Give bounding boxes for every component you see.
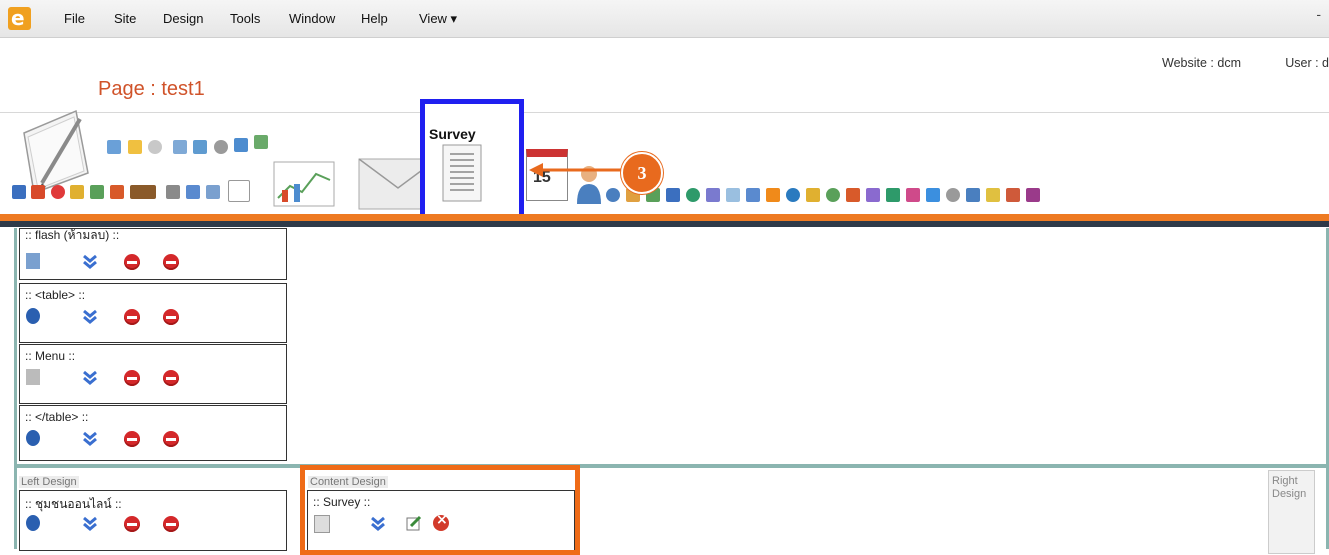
page-title: Page : test1	[98, 78, 205, 100]
move-down-icon[interactable]	[82, 370, 98, 386]
survey-label: Survey	[429, 126, 476, 142]
module-icon-strip[interactable]	[606, 188, 1172, 206]
section-divider	[14, 464, 1329, 468]
content-design-highlight	[300, 465, 580, 555]
globe-icon[interactable]	[786, 188, 800, 202]
module-table-open[interactable]: :: <table> ::	[19, 283, 287, 343]
toolbar-settings-icon[interactable]	[214, 140, 228, 154]
header-divider	[0, 112, 1329, 113]
toolbar-text-icon[interactable]	[166, 185, 180, 199]
module-icon-6[interactable]	[706, 188, 720, 202]
step-badge: 3	[621, 152, 663, 194]
menu-module-icon	[26, 369, 40, 385]
toolbar-separator-dark	[0, 221, 1329, 227]
move-down-icon[interactable]	[82, 309, 98, 325]
remove-icon[interactable]	[124, 254, 140, 270]
remove-icon[interactable]	[124, 370, 140, 386]
module-title: :: flash (ห้ามลบ) ::	[25, 228, 120, 242]
toolbar-flower-icon[interactable]	[31, 185, 45, 199]
module-icon-4[interactable]	[666, 188, 680, 202]
module-title: :: Menu ::	[25, 349, 76, 363]
module-title: :: <table> ::	[25, 288, 86, 302]
menu-bar: e File Site Design Tools Window Help Vie…	[0, 0, 1329, 38]
remove-icon[interactable]	[124, 309, 140, 325]
remove-icon[interactable]	[124, 431, 140, 447]
move-down-icon[interactable]	[82, 516, 98, 532]
html-module-icon	[26, 515, 40, 531]
left-design-label: Left Design	[19, 476, 79, 488]
module-table-close[interactable]: :: </table> ::	[19, 405, 287, 461]
module-online-community[interactable]: :: ชุมชนออนไลน์ ::	[19, 490, 287, 551]
menu-tools[interactable]: Tools	[230, 11, 260, 26]
toolbar-media-icon[interactable]	[130, 185, 156, 199]
toolbar-separator-orange	[0, 214, 1329, 221]
toolbar-grid-icon[interactable]	[254, 135, 268, 149]
module-icon-20[interactable]	[986, 188, 1000, 202]
html-module-icon	[26, 430, 40, 446]
menu-site[interactable]: Site	[114, 11, 136, 26]
module-icon-15[interactable]	[886, 188, 900, 202]
toolbar-image-icon[interactable]	[70, 185, 84, 199]
toolbar-layout-icon[interactable]	[234, 138, 248, 152]
remove-icon[interactable]	[163, 370, 179, 386]
app-logo-icon[interactable]: e	[8, 6, 31, 30]
toolbar-banner-icon[interactable]	[110, 185, 124, 199]
remove-icon[interactable]	[163, 309, 179, 325]
module-title: :: </table> ::	[25, 410, 89, 424]
toolbar-form-icon[interactable]	[186, 185, 200, 199]
toolbar-font-icon[interactable]	[228, 180, 250, 202]
toolbar-table-icon[interactable]	[206, 185, 220, 199]
survey-document-icon	[442, 144, 482, 202]
app-logo-letter: e	[11, 6, 25, 30]
menu-view[interactable]: View ▾	[419, 11, 457, 27]
module-flash[interactable]: :: flash (ห้ามลบ) ::	[19, 228, 287, 280]
website-label: Website : dcm	[1162, 56, 1241, 70]
toolbar-new-icon[interactable]	[107, 140, 121, 154]
menu-help[interactable]: Help	[361, 11, 388, 26]
toolbar-refresh-icon[interactable]	[193, 140, 207, 154]
module-menu[interactable]: :: Menu ::	[19, 344, 287, 404]
module-icon-13[interactable]	[846, 188, 860, 202]
menu-window[interactable]: Window	[289, 11, 335, 26]
toolbar-module-icon[interactable]	[12, 185, 26, 199]
module-title: :: ชุมชนออนไลน์ ::	[25, 497, 122, 511]
right-design-column: Right Design	[1268, 470, 1315, 554]
right-design-label: Right Design	[1272, 475, 1307, 500]
module-icon-7[interactable]	[726, 188, 740, 202]
module-icon-21[interactable]	[1006, 188, 1020, 202]
module-icon-5[interactable]	[686, 188, 700, 202]
toolbar-copy-icon[interactable]	[173, 140, 187, 154]
rss-icon[interactable]	[766, 188, 780, 202]
move-down-icon[interactable]	[82, 431, 98, 447]
menu-file[interactable]: File	[64, 11, 85, 26]
toolbar-folder-icon[interactable]	[128, 140, 142, 154]
toolbar-chart-icon[interactable]	[272, 160, 342, 210]
module-icon-18[interactable]	[946, 188, 960, 202]
menu-design[interactable]: Design	[163, 11, 203, 26]
move-down-icon[interactable]	[82, 254, 98, 270]
remove-icon[interactable]	[163, 516, 179, 532]
minimize-button[interactable]: -	[1316, 6, 1321, 22]
toolbar-heart-icon[interactable]	[51, 185, 65, 199]
toolbar-tree-icon[interactable]	[90, 185, 104, 199]
module-icon-16[interactable]	[906, 188, 920, 202]
module-icon-19[interactable]	[966, 188, 980, 202]
module-icon-17[interactable]	[926, 188, 940, 202]
remove-icon[interactable]	[124, 516, 140, 532]
module-icon-22[interactable]	[1026, 188, 1040, 202]
toolbar-search-icon[interactable]	[148, 140, 162, 154]
module-icon-1[interactable]	[606, 188, 620, 202]
html-module-icon	[26, 308, 40, 324]
remove-icon[interactable]	[163, 431, 179, 447]
flash-module-icon	[26, 253, 40, 269]
user-label: User : d	[1285, 56, 1329, 70]
module-icon-8[interactable]	[746, 188, 760, 202]
module-icon-12[interactable]	[826, 188, 840, 202]
module-icon-11[interactable]	[806, 188, 820, 202]
remove-icon[interactable]	[163, 254, 179, 270]
module-icon-14[interactable]	[866, 188, 880, 202]
